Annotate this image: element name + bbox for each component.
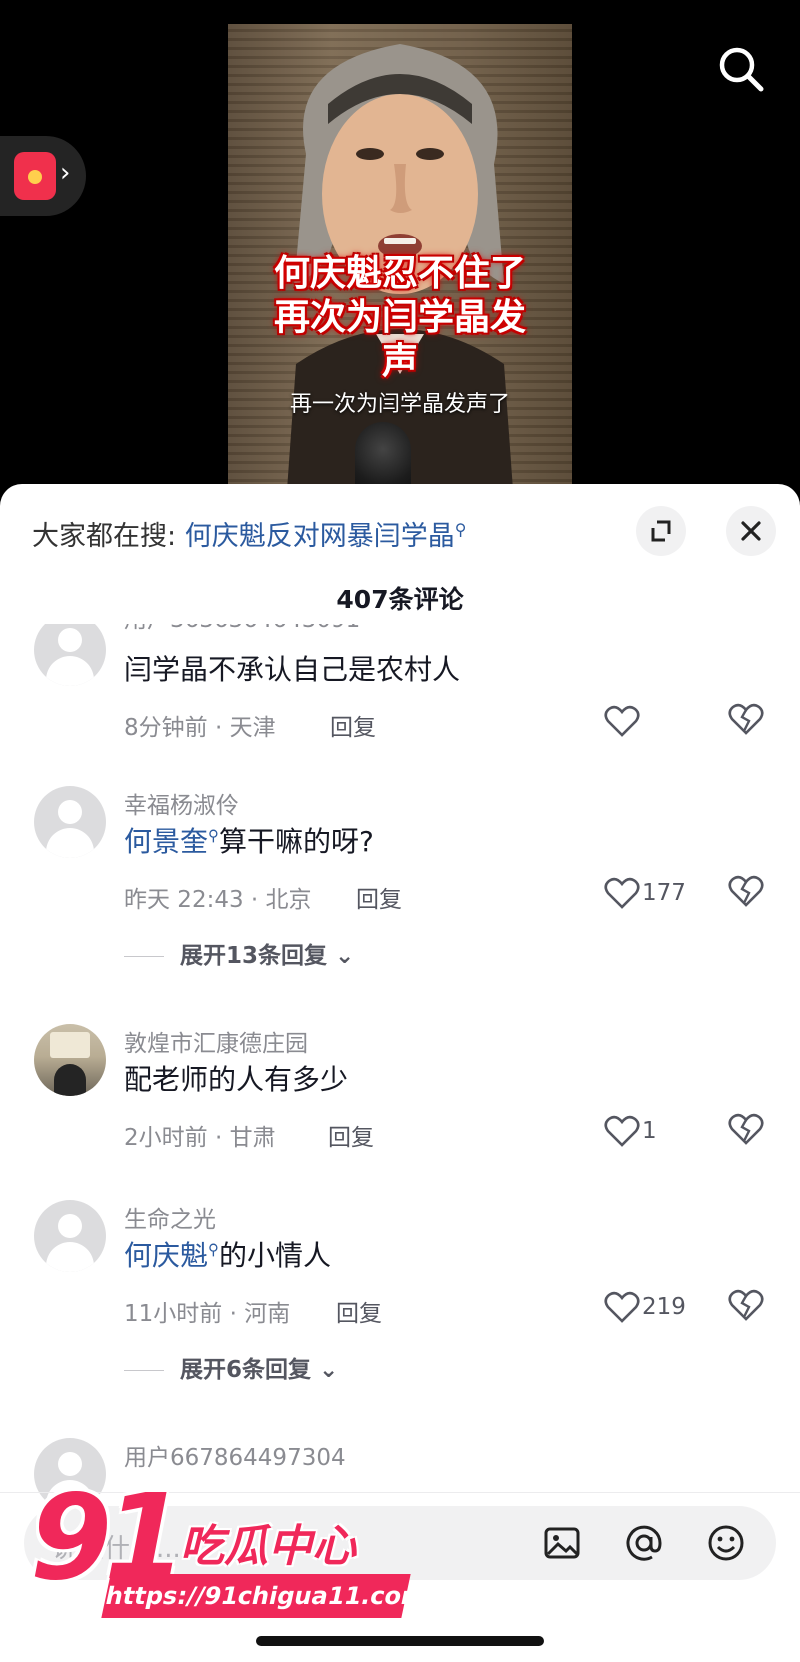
avatar[interactable] — [34, 624, 106, 686]
watermark-logo: 91 吃瓜中心 https://91chigua11.com — [30, 1478, 429, 1648]
comment-username[interactable]: 用户667864497304 — [124, 1438, 346, 1472]
broken-heart-icon — [728, 1113, 764, 1145]
comment-username[interactable]: 用户3636364643091 — [124, 624, 360, 634]
chevron-right-icon: › — [60, 158, 71, 188]
like-button[interactable]: 1 — [600, 1112, 710, 1152]
dislike-button[interactable] — [728, 1288, 768, 1328]
dislike-button[interactable] — [728, 874, 768, 914]
reply-button[interactable]: 回复 — [336, 1294, 382, 1328]
divider-line — [124, 1370, 164, 1371]
search-small-icon: ⚲ — [454, 520, 467, 539]
video-caption-line1: 何庆魁忍不住了 — [273, 253, 526, 294]
comment-meta: 8分钟前 · 天津 — [124, 715, 276, 741]
reply-button[interactable]: 回复 — [328, 1118, 374, 1152]
reply-button[interactable]: 回复 — [330, 708, 376, 742]
image-icon — [544, 1527, 580, 1559]
hot-search-keyword[interactable]: 何庆魁反对网暴闫学晶 — [185, 521, 455, 552]
like-count: 1 — [642, 1118, 657, 1144]
like-button[interactable]: 177 — [600, 874, 710, 914]
expand-replies-label: 展开6条回复 — [180, 1357, 312, 1383]
avatar[interactable] — [34, 786, 106, 858]
like-button[interactable] — [600, 702, 710, 742]
hot-search-bar[interactable]: 大家都在搜: 何庆魁反对网暴闫学晶⚲ — [32, 514, 466, 553]
like-count: 219 — [642, 1294, 686, 1320]
broken-heart-icon — [728, 875, 764, 907]
like-button[interactable]: 219 — [600, 1288, 710, 1328]
chevron-down-icon: ⌄ — [335, 943, 355, 969]
comment-meta: 11小时前 · 河南 — [124, 1301, 291, 1327]
dislike-button[interactable] — [728, 702, 768, 742]
broken-heart-icon — [728, 1289, 764, 1321]
search-small-icon: ⚲ — [208, 1240, 220, 1259]
like-count: 177 — [642, 880, 686, 906]
comment-text: 何景奎⚲算干嘛的呀? — [124, 820, 374, 860]
divider-line — [124, 956, 164, 957]
comment-text-rest: 的小情人 — [219, 1239, 332, 1272]
video-caption-line2: 再次为闫学晶发声 — [273, 297, 526, 382]
expand-replies-button[interactable]: 展开13条回复 ⌄ — [124, 936, 354, 970]
search-icon — [719, 47, 764, 92]
hot-search-prefix: 大家都在搜: — [32, 521, 177, 552]
comment-text: 闫学晶不承认自己是农村人 — [124, 653, 461, 686]
video-subtitle: 再一次为闫学晶发声了 — [289, 392, 510, 417]
comment-keyword-link[interactable]: 何庆魁 — [124, 1239, 208, 1272]
chevron-down-icon: ⌄ — [319, 1357, 339, 1383]
comment-username[interactable]: 生命之光 — [124, 1200, 216, 1234]
comment-keyword-link[interactable]: 何景奎 — [124, 825, 208, 858]
comment-meta: 2小时前 · 甘肃 — [124, 1125, 276, 1151]
mention-button[interactable] — [624, 1523, 664, 1563]
heart-icon — [604, 1115, 640, 1147]
home-indicator[interactable] — [256, 1636, 544, 1646]
video-frame: 何庆魁忍不住了 再次为闫学晶发声 再一次为闫学晶发声了 — [228, 24, 572, 500]
watermark-name: 吃瓜中心 — [180, 1521, 356, 1572]
dislike-button[interactable] — [728, 1112, 768, 1152]
broken-heart-icon — [728, 703, 764, 735]
watermark-url: https://91chigua11.com — [101, 1574, 429, 1618]
avatar[interactable] — [34, 1024, 106, 1096]
expand-replies-button[interactable]: 展开6条回复 ⌄ — [124, 1350, 338, 1384]
comment-list[interactable]: 用户3636364643091 闫学晶不承认自己是农村人 8分钟前 · 天津 回… — [0, 624, 800, 1544]
expand-replies-label: 展开13条回复 — [180, 943, 328, 969]
comment-text: 配老师的人有多少 — [124, 1063, 349, 1096]
video-player[interactable]: 何庆魁忍不住了 再次为闫学晶发声 再一次为闫学晶发声了 › — [0, 0, 800, 500]
comment-username[interactable]: 敦煌市汇康德庄园 — [124, 1024, 308, 1058]
close-icon — [741, 521, 761, 541]
comment-username[interactable]: 幸福杨淑伶 — [124, 786, 239, 820]
search-button[interactable] — [716, 44, 766, 94]
reply-button[interactable]: 回复 — [356, 880, 402, 914]
heart-icon — [604, 1291, 640, 1323]
emoji-icon — [708, 1525, 744, 1561]
red-packet-button[interactable]: › — [0, 136, 86, 216]
expand-icon — [651, 520, 671, 542]
comment-count: 407条评论 — [336, 585, 464, 614]
expand-button[interactable] — [636, 506, 686, 556]
heart-icon — [604, 877, 640, 909]
emoji-button[interactable] — [706, 1523, 746, 1563]
image-button[interactable] — [542, 1523, 582, 1563]
heart-icon — [604, 705, 640, 737]
at-icon — [626, 1525, 662, 1561]
close-button[interactable] — [726, 506, 776, 556]
comment-text: 何庆魁⚲的小情人 — [124, 1234, 331, 1274]
avatar[interactable] — [34, 1200, 106, 1272]
comment-text-rest: 算干嘛的呀? — [219, 825, 374, 858]
search-small-icon: ⚲ — [208, 826, 220, 845]
comment-meta: 昨天 22:43 · 北京 — [124, 887, 312, 913]
red-packet-icon — [14, 152, 56, 200]
